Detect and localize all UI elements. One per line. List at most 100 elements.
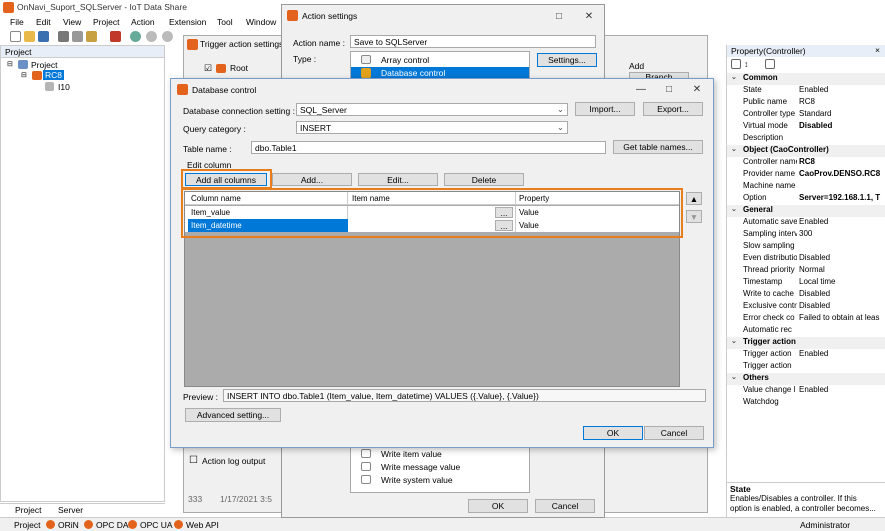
property-row[interactable]: Machine name xyxy=(727,181,885,193)
property-category[interactable]: ⌄ Others xyxy=(727,373,885,385)
property-row[interactable]: Controller name RC8 xyxy=(727,157,885,169)
expand-icon[interactable]: ⌄ xyxy=(731,145,737,153)
db-maximize-icon[interactable]: □ xyxy=(654,82,684,96)
expand-icon[interactable]: ⌄ xyxy=(731,337,737,345)
property-value[interactable]: Enabled xyxy=(799,385,885,394)
menu-file[interactable]: File xyxy=(10,17,24,27)
categorized-icon[interactable] xyxy=(731,59,741,69)
property-pages-icon[interactable] xyxy=(765,59,775,69)
property-row[interactable]: Even distribution Disabled xyxy=(727,253,885,265)
type-item-database[interactable]: Database control xyxy=(381,68,445,78)
property-row[interactable]: Slow sampling xyxy=(727,241,885,253)
property-value[interactable]: Normal xyxy=(799,265,885,274)
sort-az-icon[interactable]: ↕ xyxy=(744,59,748,69)
db-minimize-icon[interactable]: — xyxy=(626,82,656,96)
property-row[interactable]: Thread priority Normal xyxy=(727,265,885,277)
property-value[interactable]: Enabled xyxy=(799,217,885,226)
property-value[interactable]: Failed to obtain at leas xyxy=(799,313,885,322)
type-item-write-message[interactable]: Write message value xyxy=(381,462,460,472)
property-row[interactable]: Controller type Standard xyxy=(727,109,885,121)
property-row[interactable]: Automatic save Enabled xyxy=(727,217,885,229)
property-category[interactable]: ⌄ Common xyxy=(727,73,885,85)
property-row[interactable]: Exclusive controlDisabled xyxy=(727,301,885,313)
status-opcda[interactable]: OPC DA xyxy=(96,520,129,530)
property-row[interactable]: Description xyxy=(727,133,885,145)
trigger-root-check[interactable]: ☑ xyxy=(204,63,212,74)
property-row[interactable]: Timestamp Local time xyxy=(727,277,885,289)
toolbox-icon[interactable] xyxy=(110,31,121,42)
advanced-button[interactable]: Advanced setting... xyxy=(185,408,281,422)
trigger-root-label[interactable]: Root xyxy=(230,63,248,73)
property-row[interactable]: Option Server=192.168.1.1, T xyxy=(727,193,885,205)
edit-button[interactable]: Edit... xyxy=(358,173,438,186)
property-value[interactable]: Disabled xyxy=(799,253,885,262)
tree-toggle-project[interactable]: ⊟ xyxy=(7,60,13,68)
action-settings-maximize-icon[interactable]: □ xyxy=(544,9,574,23)
pause-icon[interactable] xyxy=(146,31,157,42)
new-icon[interactable] xyxy=(10,31,21,42)
tree-i10[interactable]: I10 xyxy=(58,82,70,92)
property-value[interactable]: 300 xyxy=(799,229,885,238)
expand-icon[interactable]: ⌄ xyxy=(731,205,737,213)
status-webapi[interactable]: Web API xyxy=(186,520,219,530)
add-all-columns-button[interactable]: Add all columns xyxy=(185,173,267,186)
db-close-icon[interactable]: ✕ xyxy=(682,82,712,96)
save-icon[interactable] xyxy=(38,31,49,42)
property-row[interactable]: Trigger action Enabled xyxy=(727,349,885,361)
action-ok-button[interactable]: OK xyxy=(468,499,528,513)
delete-button[interactable]: Delete xyxy=(444,173,524,186)
expand-icon[interactable]: ⌄ xyxy=(731,73,737,81)
property-value[interactable]: Enabled xyxy=(799,85,885,94)
property-value[interactable]: Standard xyxy=(799,109,885,118)
property-row[interactable]: State Enabled xyxy=(727,85,885,97)
property-category[interactable]: ⌄ Trigger action xyxy=(727,337,885,349)
menu-view[interactable]: View xyxy=(63,17,81,27)
status-opcua[interactable]: OPC UA xyxy=(140,520,173,530)
action-settings-close-icon[interactable]: ✕ xyxy=(574,9,604,23)
property-value[interactable]: RC8 xyxy=(799,157,885,166)
property-value[interactable]: Disabled xyxy=(799,289,885,298)
stop-icon[interactable] xyxy=(162,31,173,42)
property-row[interactable]: Automatic rec xyxy=(727,325,885,337)
property-value[interactable]: CaoProv.DENSO.RC8 xyxy=(799,169,885,178)
property-value[interactable]: Disabled xyxy=(799,301,885,310)
conn-select[interactable]: SQL_Server ⌄ xyxy=(296,103,568,116)
status-project[interactable]: Project xyxy=(14,520,40,530)
import-button[interactable]: Import... xyxy=(575,102,635,116)
table-input[interactable]: dbo.Table1 xyxy=(251,141,606,154)
query-select[interactable]: INSERT ⌄ xyxy=(296,121,568,134)
property-category[interactable]: ⌄ Object (CaoController) xyxy=(727,145,885,157)
property-row[interactable]: Error check co Failed to obtain at leas xyxy=(727,313,885,325)
type-item-array[interactable]: Array control xyxy=(381,55,429,65)
status-orin[interactable]: ORiN xyxy=(58,520,79,530)
property-value[interactable]: Enabled xyxy=(799,349,885,358)
action-cancel-button[interactable]: Cancel xyxy=(535,499,595,513)
settings-button[interactable]: Settings... xyxy=(537,53,597,67)
menu-project[interactable]: Project xyxy=(93,17,119,27)
run-icon[interactable] xyxy=(130,31,141,42)
add-button[interactable]: Add... xyxy=(272,173,352,186)
property-category[interactable]: ⌄ General xyxy=(727,205,885,217)
menu-edit[interactable]: Edit xyxy=(36,17,51,27)
menu-window[interactable]: Window xyxy=(246,17,276,27)
property-row[interactable]: Public name RC8 xyxy=(727,97,885,109)
cut-icon[interactable] xyxy=(58,31,69,42)
property-row[interactable]: Provider name CaoProv.DENSO.RC8 xyxy=(727,169,885,181)
db-ok-button[interactable]: OK xyxy=(583,426,643,440)
type-list[interactable]: Array control Database control xyxy=(350,51,530,81)
action-name-input[interactable]: Save to SQLServer xyxy=(350,35,596,48)
property-value[interactable]: RC8 xyxy=(799,97,885,106)
property-row[interactable]: Write to cache Disabled xyxy=(727,289,885,301)
menu-extension[interactable]: Extension xyxy=(169,17,206,27)
property-value[interactable]: Server=192.168.1.1, T xyxy=(799,193,885,202)
open-icon[interactable] xyxy=(24,31,35,42)
action-log-check[interactable]: ☐ xyxy=(189,455,198,466)
property-value[interactable]: Local time xyxy=(799,277,885,286)
property-row[interactable]: Trigger action xyxy=(727,361,885,373)
move-up-button[interactable]: ▲ xyxy=(686,192,702,205)
export-button[interactable]: Export... xyxy=(643,102,703,116)
property-row[interactable]: Watchdog xyxy=(727,397,885,409)
move-down-button[interactable]: ▼ xyxy=(686,210,702,223)
get-tables-button[interactable]: Get table names... xyxy=(613,140,703,154)
property-value[interactable]: Disabled xyxy=(799,121,885,130)
